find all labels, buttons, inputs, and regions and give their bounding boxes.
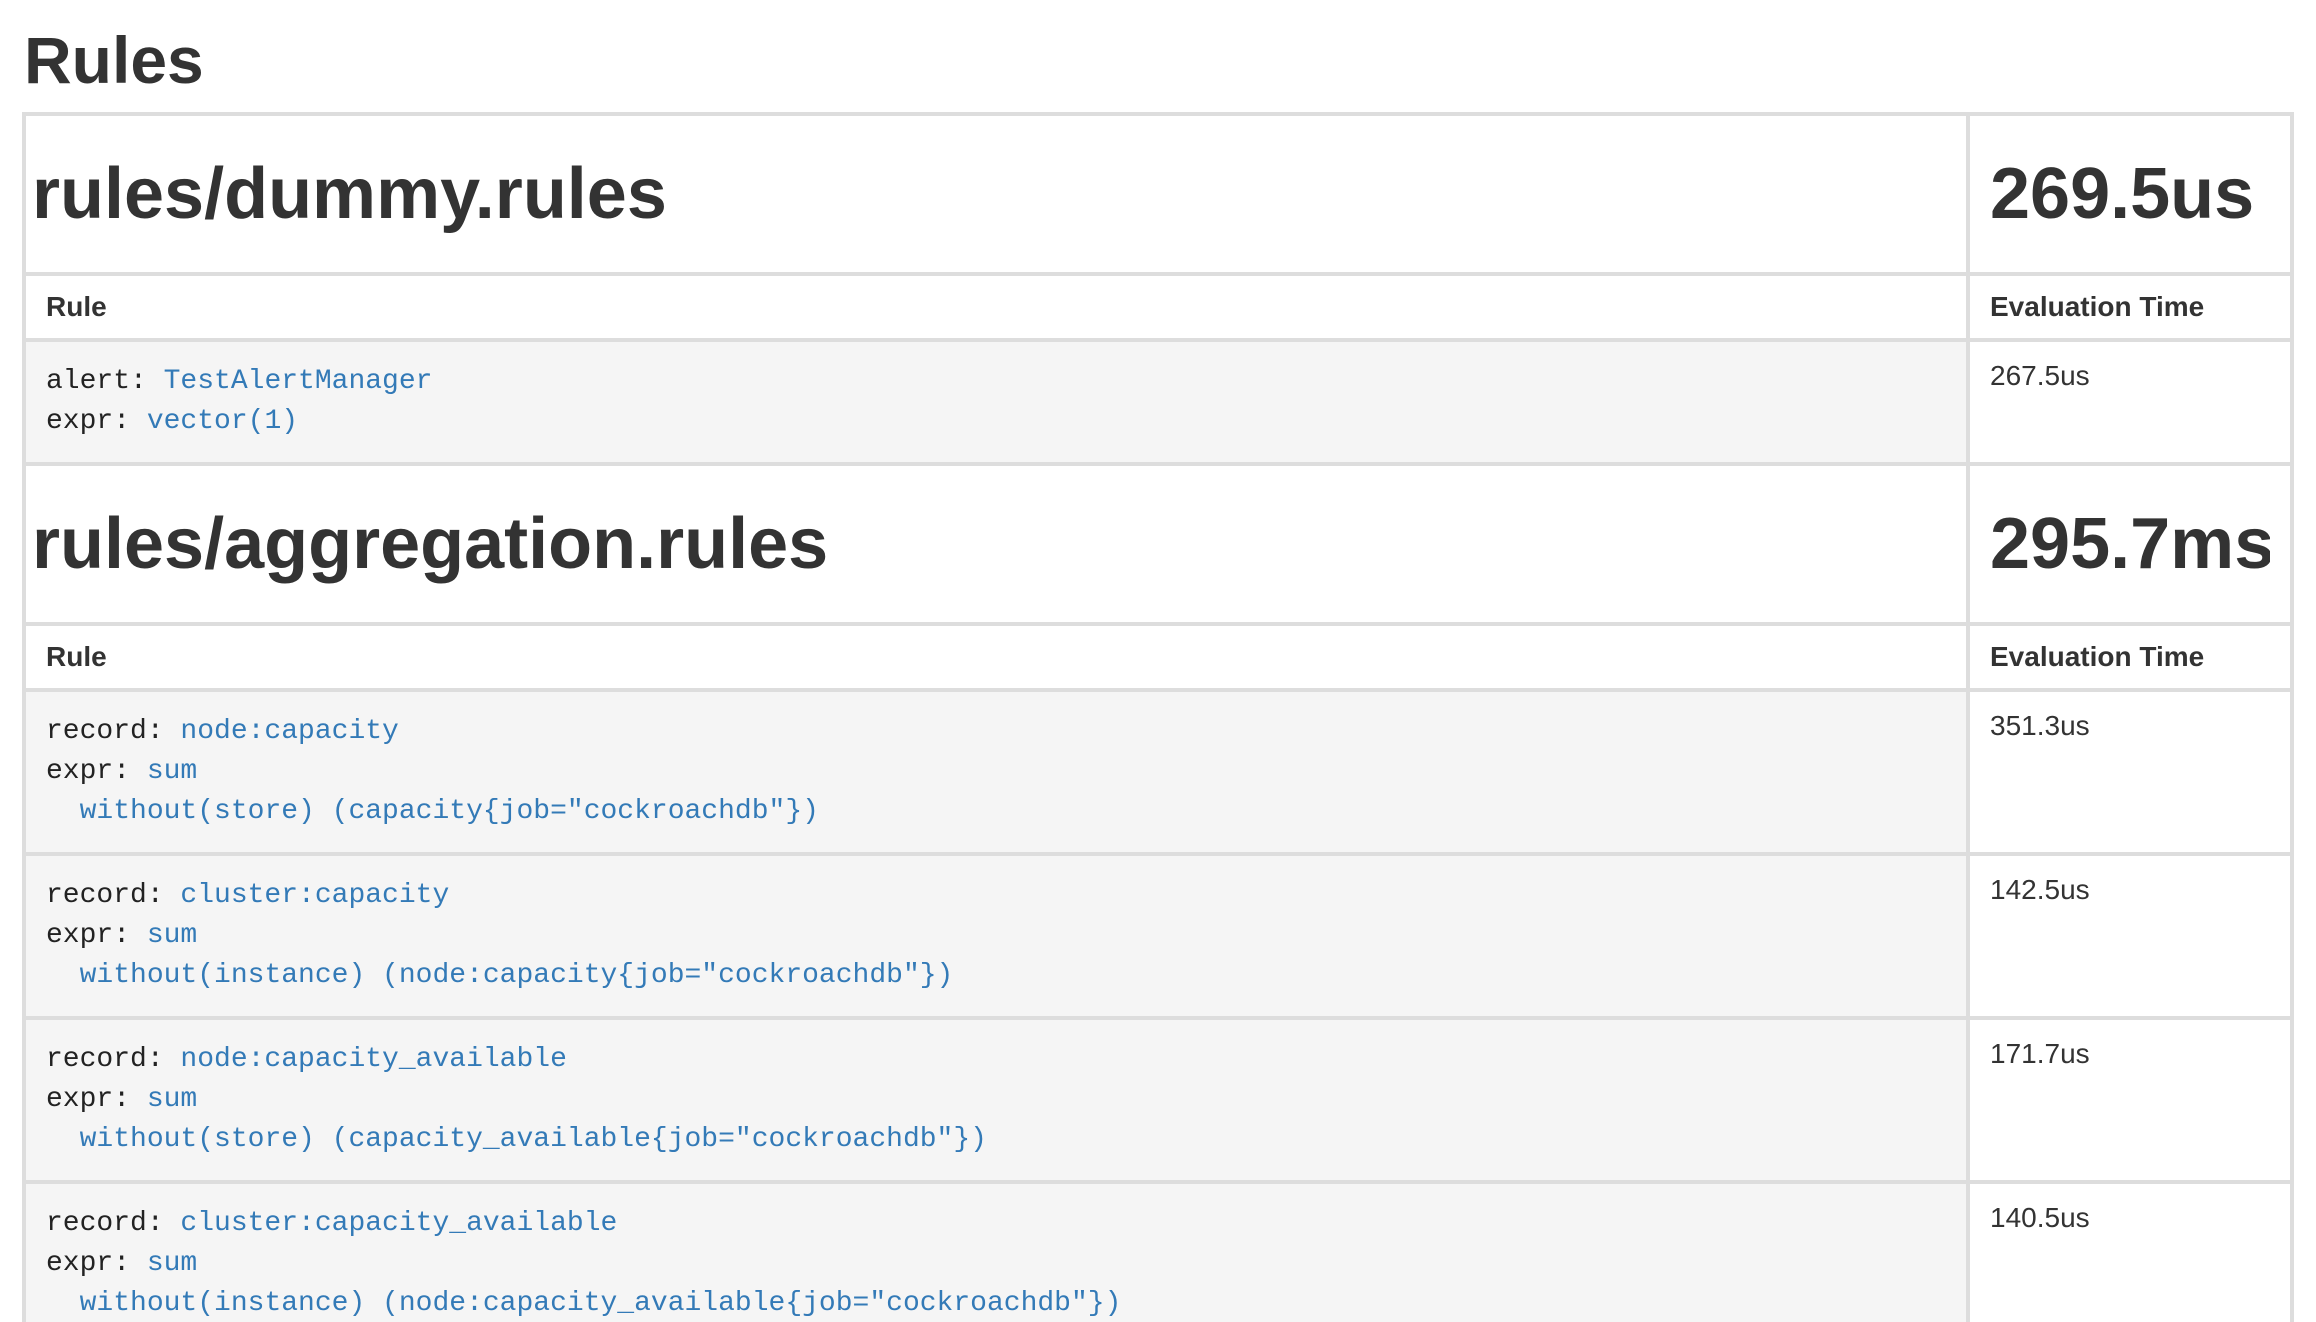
rule-eval-time: 351.3us: [1970, 692, 2290, 852]
page-title: Rules: [24, 22, 2294, 98]
rule-name-link[interactable]: node:capacity: [180, 716, 398, 747]
group-total-eval-time: 269.5us: [1990, 154, 2270, 234]
rule-definition-cell: record: cluster:capacity_available expr:…: [26, 1184, 1966, 1322]
group-eval-time-cell: 295.7ms: [1970, 466, 2290, 622]
rule-eval-time: 171.7us: [1970, 1020, 2290, 1180]
column-header-row: Rule Evaluation Time: [26, 276, 2290, 338]
group-name-cell: rules/aggregation.rules: [26, 466, 1966, 622]
rule-definition-cell: alert: TestAlertManager expr: vector(1): [26, 342, 1966, 462]
group-eval-time-cell: 269.5us: [1970, 116, 2290, 272]
group-file-name: rules/dummy.rules: [32, 154, 1946, 234]
rule-name-line: record: node:capacity_available: [46, 1040, 1946, 1080]
rule-name-line: record: cluster:capacity_available: [46, 1204, 1946, 1244]
rules-table: rules/dummy.rules 269.5us Rule Evaluatio…: [22, 112, 2294, 1322]
rule-expr-keyword: expr:: [46, 1084, 147, 1115]
rule-row: record: cluster:capacity_available expr:…: [26, 1184, 2290, 1322]
rule-name-keyword: record:: [46, 1044, 180, 1075]
rule-expr-keyword: expr:: [46, 1248, 147, 1279]
rule-name-line: alert: TestAlertManager: [46, 362, 1946, 402]
rule-name-link[interactable]: cluster:capacity_available: [180, 1208, 617, 1239]
group-total-eval-time: 295.7ms: [1990, 504, 2270, 584]
rule-expr-line: expr: sum without(instance) (node:capaci…: [46, 1244, 1946, 1322]
rule-expr-link[interactable]: sum without(instance) (node:capacity{job…: [46, 920, 953, 991]
rule-column-header: Rule: [26, 626, 1966, 688]
rule-name-keyword: record:: [46, 716, 180, 747]
rule-definition-cell: record: node:capacity_available expr: su…: [26, 1020, 1966, 1180]
rule-expr-keyword: expr:: [46, 756, 147, 787]
rule-expr-link[interactable]: sum without(store) (capacity_available{j…: [46, 1084, 987, 1155]
rule-row: record: node:capacity expr: sum without(…: [26, 692, 2290, 852]
rule-definition-cell: record: cluster:capacity expr: sum witho…: [26, 856, 1966, 1016]
eval-time-column-header: Evaluation Time: [1970, 626, 2290, 688]
rule-row: record: node:capacity_available expr: su…: [26, 1020, 2290, 1180]
rule-expr-line: expr: sum without(instance) (node:capaci…: [46, 916, 1946, 996]
rule-expr-line: expr: vector(1): [46, 402, 1946, 442]
rule-eval-time: 140.5us: [1970, 1184, 2290, 1322]
rule-name-link[interactable]: node:capacity_available: [180, 1044, 566, 1075]
rule-expr-keyword: expr:: [46, 920, 147, 951]
group-file-name: rules/aggregation.rules: [32, 504, 1946, 584]
group-name-cell: rules/dummy.rules: [26, 116, 1966, 272]
rule-name-link[interactable]: TestAlertManager: [164, 366, 433, 397]
column-header-row: Rule Evaluation Time: [26, 626, 2290, 688]
rule-eval-time: 267.5us: [1970, 342, 2290, 462]
rule-name-line: record: node:capacity: [46, 712, 1946, 752]
rule-expr-link[interactable]: vector(1): [147, 406, 298, 437]
group-header-row: rules/aggregation.rules 295.7ms: [26, 466, 2290, 622]
rule-expr-link[interactable]: sum without(store) (capacity{job="cockro…: [46, 756, 819, 827]
rule-name-line: record: cluster:capacity: [46, 876, 1946, 916]
rule-row: alert: TestAlertManager expr: vector(1) …: [26, 342, 2290, 462]
rule-name-link[interactable]: cluster:capacity: [180, 880, 449, 911]
rule-definition-cell: record: node:capacity expr: sum without(…: [26, 692, 1966, 852]
rule-row: record: cluster:capacity expr: sum witho…: [26, 856, 2290, 1016]
rule-column-header: Rule: [26, 276, 1966, 338]
rule-eval-time: 142.5us: [1970, 856, 2290, 1016]
rule-name-keyword: record:: [46, 880, 180, 911]
rule-expr-line: expr: sum without(store) (capacity_avail…: [46, 1080, 1946, 1160]
rule-expr-link[interactable]: sum without(instance) (node:capacity_ava…: [46, 1248, 1121, 1319]
rule-name-keyword: alert:: [46, 366, 164, 397]
group-header-row: rules/dummy.rules 269.5us: [26, 116, 2290, 272]
eval-time-column-header: Evaluation Time: [1970, 276, 2290, 338]
rule-expr-line: expr: sum without(store) (capacity{job="…: [46, 752, 1946, 832]
rule-expr-keyword: expr:: [46, 406, 147, 437]
rule-name-keyword: record:: [46, 1208, 180, 1239]
